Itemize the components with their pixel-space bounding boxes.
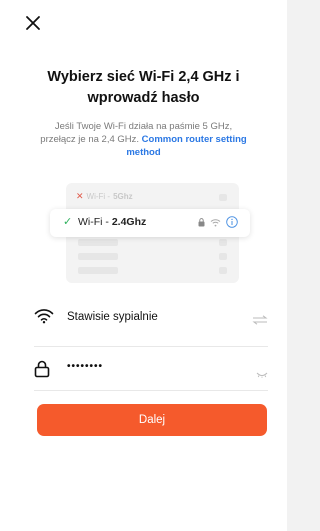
- placeholder-bar: [78, 239, 118, 246]
- close-icon[interactable]: [24, 14, 42, 32]
- band-hint-text: przełącz je na 2,4 GHz.: [40, 134, 140, 145]
- placeholder-bar: [78, 267, 118, 274]
- password-value: ••••••••: [67, 361, 104, 372]
- router-setting-link[interactable]: Common router setting: [142, 134, 247, 145]
- wifi-5ghz-row: ✕ Wi-Fi - 5Ghz: [76, 191, 133, 202]
- wifi-network-field[interactable]: Stawisie sypialnie: [34, 302, 268, 347]
- wifi-24ghz-band: 2.4Ghz: [111, 216, 147, 228]
- placeholder-bar: [219, 267, 227, 274]
- lock-icon: [34, 360, 50, 383]
- page-title-line1: Wybierz sieć Wi-Fi 2,4 GHz i: [47, 69, 240, 85]
- placeholder-bar: [219, 194, 227, 201]
- small-wifi-icon: [210, 218, 221, 226]
- wifi-24ghz-prefix: Wi-Fi -: [78, 216, 109, 228]
- placeholder-bar: [219, 239, 227, 246]
- info-icon[interactable]: [226, 216, 238, 228]
- wifi-setup-screen: Wybierz sieć Wi-Fi 2,4 GHz i wprowadź ha…: [0, 0, 287, 531]
- wifi-network-name: Stawisie sypialnie: [67, 311, 158, 323]
- next-button[interactable]: Dalej: [37, 404, 267, 436]
- wifi-5ghz-band: 5Ghz: [113, 192, 133, 201]
- wifi-24ghz-label: Wi-Fi - 2.4Ghz: [78, 216, 146, 228]
- switch-network-icon[interactable]: [252, 312, 268, 330]
- wifi-24ghz-icons: [198, 216, 238, 228]
- band-hint: Jeśli Twoje Wi-Fi działa na paśmie 5 GHz…: [18, 120, 269, 159]
- password-field[interactable]: ••••••••: [34, 352, 268, 391]
- band-hint-line2: przełącz je na 2,4 GHz. Common router se…: [18, 133, 269, 146]
- small-lock-icon: [198, 217, 205, 226]
- wifi-24ghz-card: ✓ Wi-Fi - 2.4Ghz: [50, 209, 250, 237]
- check-icon: ✓: [63, 216, 73, 228]
- page-title: Wybierz sieć Wi-Fi 2,4 GHz i wprowadź ha…: [18, 67, 269, 109]
- page-title-line2: wprowadź hasło: [87, 90, 200, 106]
- band-hint-line1: Jeśli Twoje Wi-Fi działa na paśmie 5 GHz…: [54, 121, 233, 132]
- placeholder-bar: [219, 253, 227, 260]
- placeholder-bar: [78, 253, 118, 260]
- router-setting-link-cont[interactable]: method: [126, 147, 160, 158]
- eye-closed-icon[interactable]: [256, 365, 268, 383]
- reject-icon: ✕: [76, 191, 84, 201]
- wifi-5ghz-prefix: Wi-Fi -: [86, 192, 111, 201]
- wifi-icon: [34, 308, 54, 329]
